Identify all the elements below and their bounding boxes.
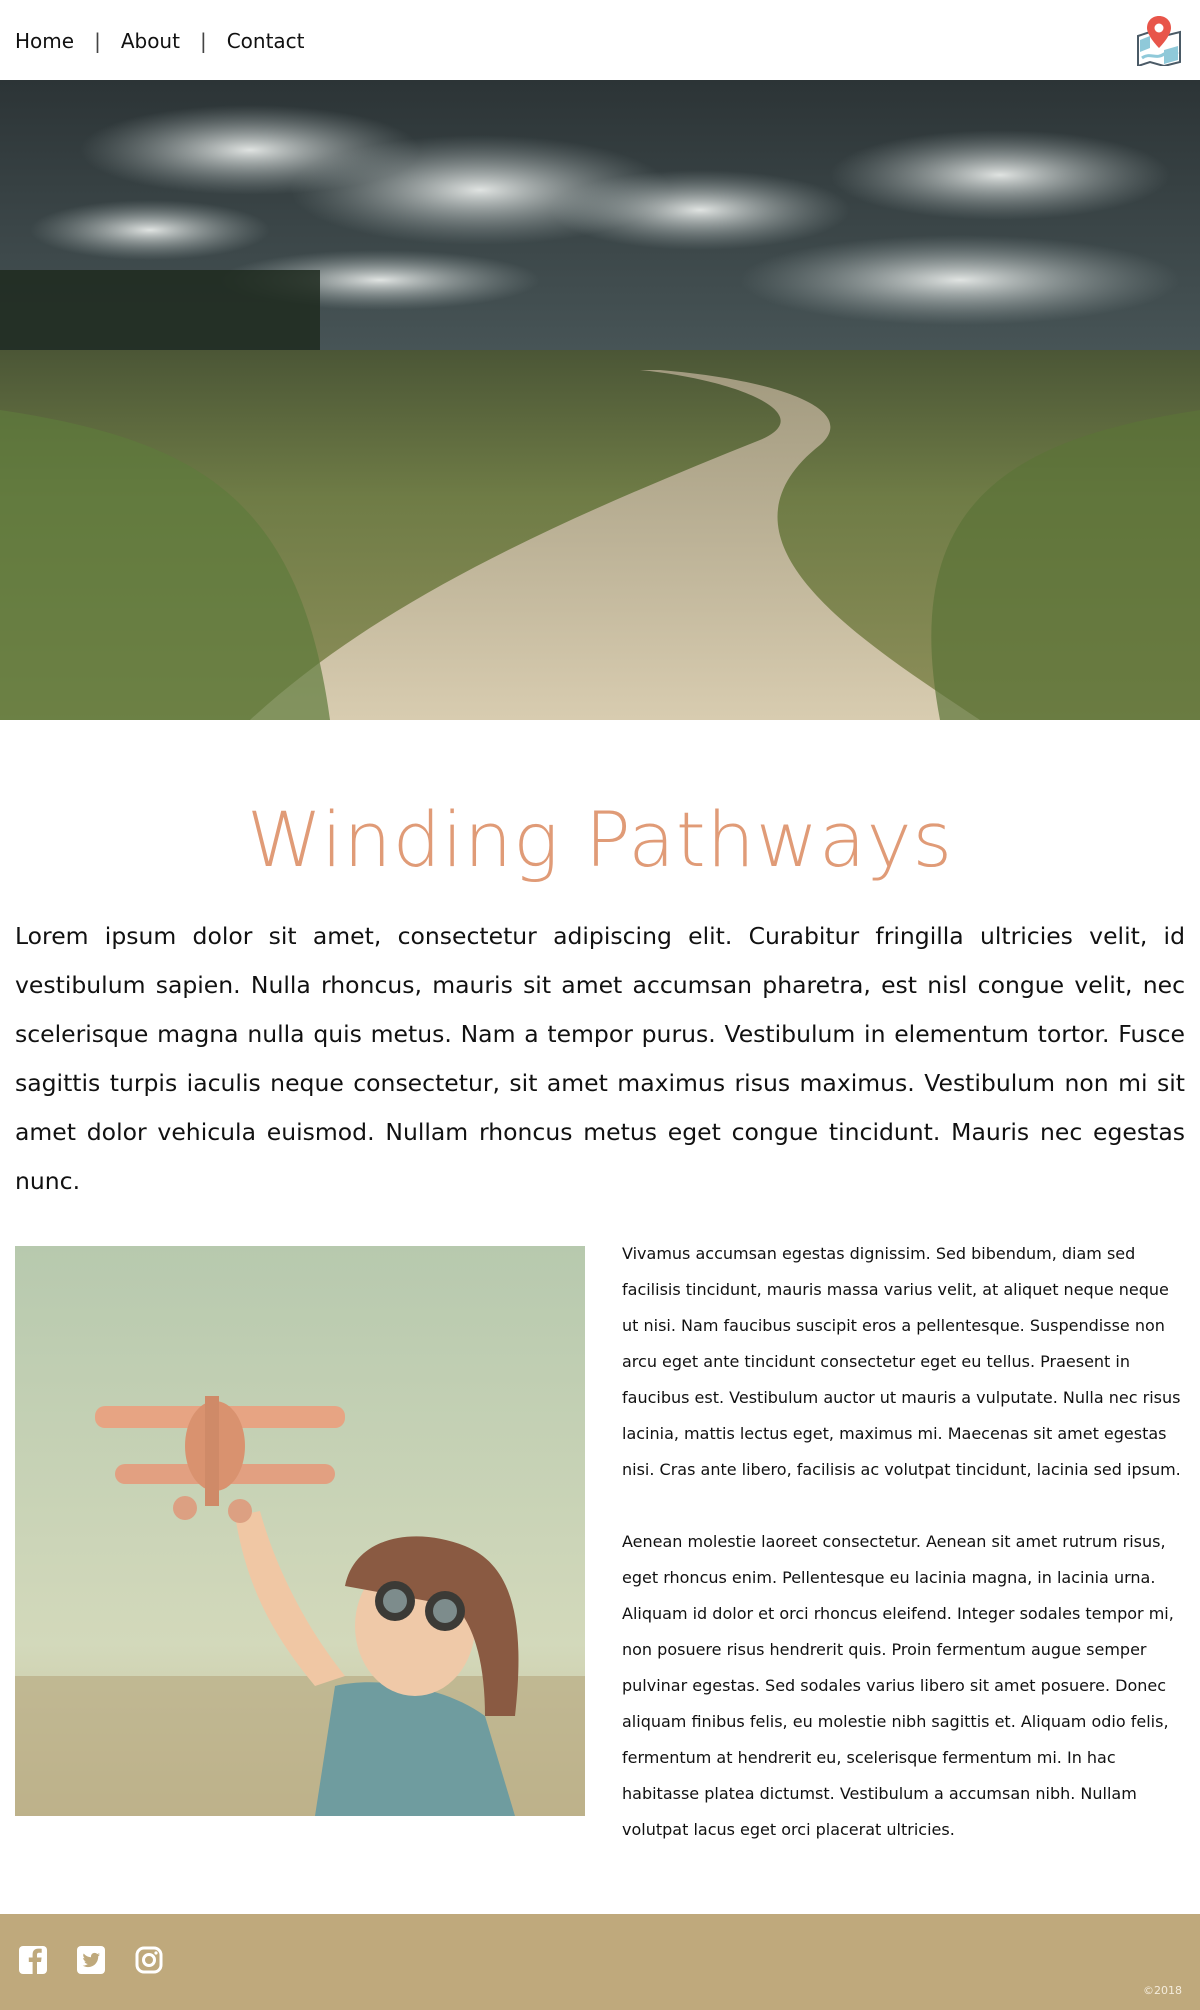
nav-about-link[interactable]: About [121, 27, 180, 55]
nav-home-link[interactable]: Home [15, 27, 74, 55]
lead-paragraph: Lorem ipsum dolor sit amet, consectetur … [15, 922, 1185, 1195]
copyright-text: ©2018 [1143, 1984, 1182, 1997]
body-paragraph: Aenean molestie laoreet consectetur. Aen… [622, 1532, 1174, 1839]
nav-separator: | [94, 29, 101, 53]
footer: ©2018 [0, 1914, 1200, 2010]
twitter-icon[interactable] [75, 1944, 107, 1976]
body-paragraph: Vivamus accumsan egestas dignissim. Sed … [622, 1244, 1181, 1479]
instagram-icon[interactable] [133, 1944, 165, 1976]
map-pin-icon[interactable] [1134, 14, 1184, 68]
body-text-column: Vivamus accumsan egestas dignissim. Sed … [622, 1236, 1187, 1884]
facebook-icon[interactable] [17, 1944, 49, 1976]
page-title: Winding Pathways [246, 795, 954, 884]
main-nav: Home | About | Contact [15, 27, 305, 55]
hero-image [0, 80, 1200, 720]
nav-separator: | [199, 29, 207, 53]
nav-contact-link[interactable]: Contact [227, 27, 305, 55]
boy-with-toy-plane-image [15, 1246, 585, 1816]
top-navigation-bar: Home | About | Contact [0, 0, 1200, 80]
